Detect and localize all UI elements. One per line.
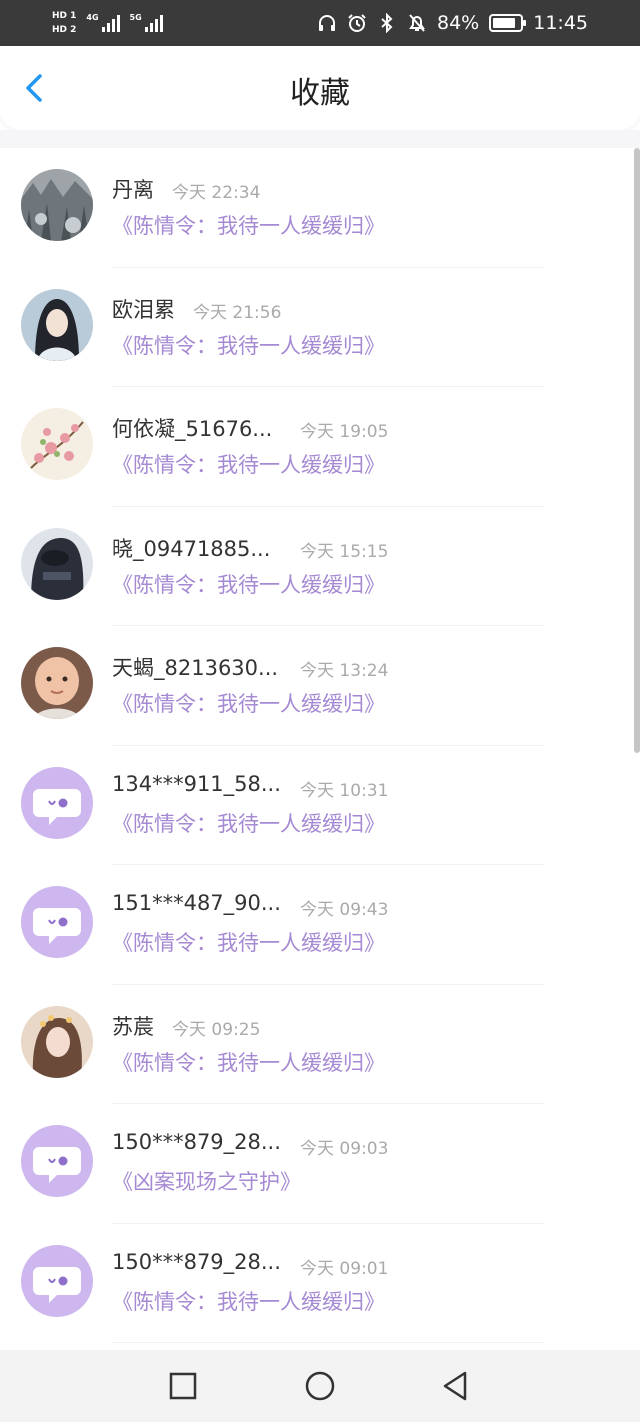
book-title-link[interactable]: 《陈情令：我待一人缓缓归》	[112, 210, 385, 240]
user-name: 何依凝_51676...	[112, 417, 273, 441]
sim2-label: HD 2	[52, 25, 77, 35]
clock: 11:45	[533, 12, 588, 34]
avatar[interactable]	[21, 169, 93, 241]
signal-area: HD 1 HD 2 4G 5G	[52, 6, 163, 40]
home-icon[interactable]	[302, 1368, 338, 1404]
user-name: 134***911_58...	[112, 771, 281, 796]
timestamp: 今天 09:01	[300, 1258, 389, 1279]
timestamp: 今天 09:03	[300, 1139, 389, 1159]
list-item[interactable]: 丹离 今天 22:34 《陈情令：我待一人缓缓归》	[0, 148, 640, 268]
list-item[interactable]: 151***487_90... 今天 09:43 《陈情令：我待一人缓缓归》	[0, 865, 640, 985]
status-bar: HD 1 HD 2 4G 5G 84% 11:45	[0, 0, 640, 46]
bluetooth-icon	[381, 13, 393, 33]
list-item[interactable]: 134***911_58... 今天 10:31 《陈情令：我待一人缓缓归》	[0, 746, 640, 866]
book-title-link[interactable]: 《陈情令：我待一人缓缓归》	[112, 1286, 385, 1316]
user-name: 150***879_28...	[112, 1249, 281, 1274]
header: 收藏	[0, 46, 640, 130]
avatar[interactable]	[21, 408, 93, 480]
list-item[interactable]: 欧泪累 今天 21:56 《陈情令：我待一人缓缓归》	[0, 268, 640, 388]
headphones-icon	[319, 15, 335, 31]
battery-percent: 84%	[437, 12, 480, 34]
favorites-list: 丹离 今天 22:34 《陈情令：我待一人缓缓归》 欧泪累 今天 21:56 《陈情令：我…	[0, 148, 640, 1350]
avatar[interactable]	[21, 288, 93, 361]
timestamp: 今天 21:56	[193, 302, 282, 323]
list-item[interactable]: 晓_09471885... 今天 15:15 《陈情令：我待一人缓缓归》	[0, 507, 640, 627]
timestamp: 今天 19:05	[300, 422, 389, 442]
book-title-link[interactable]: 《陈情令：我待一人缓缓归》	[112, 449, 385, 479]
avatar[interactable]	[21, 647, 93, 719]
user-name: 天蝎_8213630...	[112, 656, 279, 680]
network-2-label: 5G	[129, 13, 142, 22]
avatar[interactable]	[21, 1005, 93, 1078]
avatar[interactable]	[21, 886, 93, 958]
avatar[interactable]	[21, 1125, 93, 1197]
scrollbar[interactable]	[634, 148, 640, 753]
list-item[interactable]: 何依凝_51676... 今天 19:05 《陈情令：我待一人缓缓归》	[0, 387, 640, 507]
user-name: 丹离	[112, 178, 154, 202]
list-item[interactable]: 150***879_28... 今天 09:03 《凶案现场之守护》	[0, 1104, 640, 1224]
sim1-label: HD 1	[52, 11, 77, 21]
signal-2-icon: 5G	[130, 14, 163, 32]
book-title-link[interactable]: 《陈情令：我待一人缓缓归》	[112, 808, 385, 838]
user-name: 151***487_90...	[112, 891, 281, 915]
navigation-bar	[0, 1350, 640, 1422]
timestamp: 今天 22:34	[172, 183, 261, 203]
book-title-link[interactable]: 《凶案现场之守护》	[112, 1166, 301, 1196]
user-name: 苏莀	[112, 1014, 154, 1039]
timestamp: 今天 09:43	[300, 900, 389, 920]
list-item[interactable]: 苏莀 今天 09:25 《陈情令：我待一人缓缓归》	[0, 985, 640, 1105]
avatar[interactable]	[21, 1244, 93, 1317]
header-gap	[0, 130, 640, 148]
mute-icon	[409, 14, 425, 32]
book-title-link[interactable]: 《陈情令：我待一人缓缓归》	[112, 1047, 385, 1077]
list-item[interactable]: 150***879_28... 今天 09:01 《陈情令：我待一人缓缓归》	[0, 1224, 640, 1344]
avatar[interactable]	[21, 766, 93, 839]
alarm-icon	[348, 14, 366, 32]
book-title-link[interactable]: 《陈情令：我待一人缓缓归》	[112, 927, 385, 957]
network-1-label: 4G	[86, 13, 99, 22]
page-title: 收藏	[290, 76, 350, 111]
list-item[interactable]: 天蝎_8213630... 今天 13:24 《陈情令：我待一人缓缓归》	[0, 626, 640, 746]
signal-1-icon: 4G	[86, 13, 120, 32]
battery-icon	[489, 14, 527, 32]
timestamp: 今天 15:15	[300, 541, 389, 562]
timestamp: 今天 09:25	[172, 1019, 261, 1040]
back-icon[interactable]	[437, 1368, 473, 1404]
timestamp: 今天 10:31	[300, 780, 389, 801]
book-title-link[interactable]: 《陈情令：我待一人缓缓归》	[112, 330, 385, 360]
avatar[interactable]	[21, 527, 93, 600]
book-title-link[interactable]: 《陈情令：我待一人缓缓归》	[112, 569, 385, 599]
book-title-link[interactable]: 《陈情令：我待一人缓缓归》	[112, 688, 385, 718]
timestamp: 今天 13:24	[300, 661, 389, 681]
user-name: 150***879_28...	[112, 1130, 281, 1154]
recent-apps-icon[interactable]	[165, 1368, 201, 1404]
user-name: 欧泪累	[112, 297, 175, 322]
user-name: 晓_09471885...	[112, 536, 271, 561]
